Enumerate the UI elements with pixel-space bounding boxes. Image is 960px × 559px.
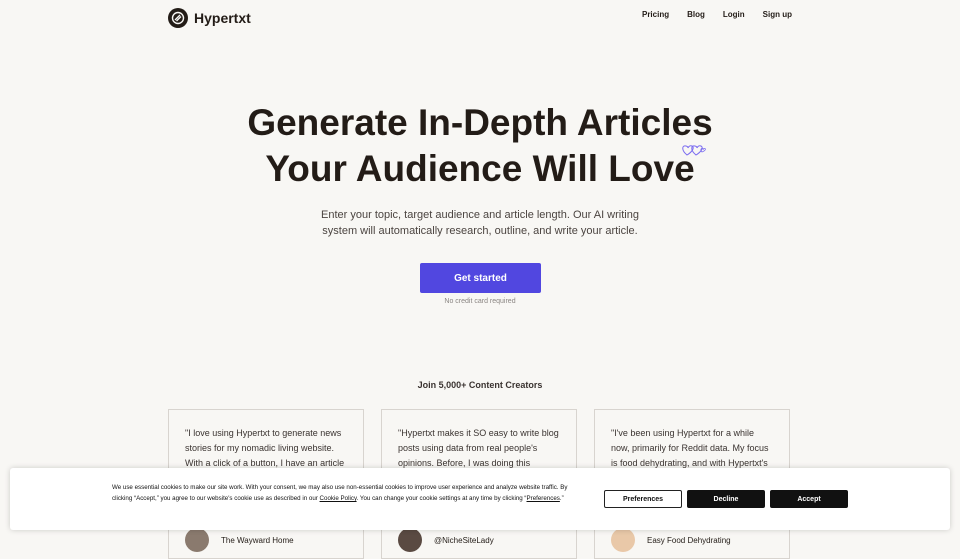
nav-signup-link[interactable]: Sign up	[763, 10, 792, 19]
nav-login-link[interactable]: Login	[723, 10, 745, 19]
no-credit-card-note: No credit card required	[444, 298, 516, 305]
accept-button[interactable]: Accept	[770, 490, 848, 508]
cookie-text-part: . You can change your cookie settings at…	[356, 494, 527, 502]
nav-blog-link[interactable]: Blog	[687, 10, 705, 19]
get-started-button[interactable]: Get started	[420, 263, 541, 293]
cookie-policy-link[interactable]: Cookie Policy	[320, 495, 357, 502]
hero-title-line1: Generate In-Depth Articles	[247, 102, 713, 143]
hero-title: Generate In-Depth Articles Your Audience…	[0, 100, 960, 192]
decline-button[interactable]: Decline	[687, 490, 765, 508]
testimonial-author: The Wayward Home	[185, 528, 294, 552]
brand-name: Hypertxt	[194, 10, 251, 26]
cookie-message: We use essential cookies to make our sit…	[112, 483, 582, 505]
hypertxt-logo-icon	[168, 8, 188, 28]
testimonial-author: Easy Food Dehydrating	[611, 528, 731, 552]
author-name: The Wayward Home	[221, 535, 294, 545]
hero-title-line2: Your Audience Will Love	[265, 148, 695, 189]
avatar	[398, 528, 422, 552]
hero-subtitle: Enter your topic, target audience and ar…	[321, 209, 639, 237]
avatar	[185, 528, 209, 552]
social-proof-heading: Join 5,000+ Content Creators	[417, 380, 543, 390]
hearts-icon	[680, 143, 708, 162]
preferences-button[interactable]: Preferences	[604, 490, 682, 508]
author-name: @NicheSiteLady	[434, 535, 494, 545]
author-name: Easy Food Dehydrating	[647, 535, 731, 545]
avatar	[611, 528, 635, 552]
nav-pricing-link[interactable]: Pricing	[642, 10, 669, 19]
testimonial-author: @NicheSiteLady	[398, 528, 494, 552]
top-nav: Hypertxt Pricing Blog Login Sign up	[168, 8, 792, 28]
nav-links: Pricing Blog Login Sign up	[642, 10, 792, 19]
cookie-preferences-link[interactable]: Preferences	[527, 495, 560, 502]
brand-logo[interactable]: Hypertxt	[168, 8, 251, 28]
cookie-text-part: .”	[559, 494, 564, 502]
cookie-banner: We use essential cookies to make our sit…	[10, 468, 950, 530]
